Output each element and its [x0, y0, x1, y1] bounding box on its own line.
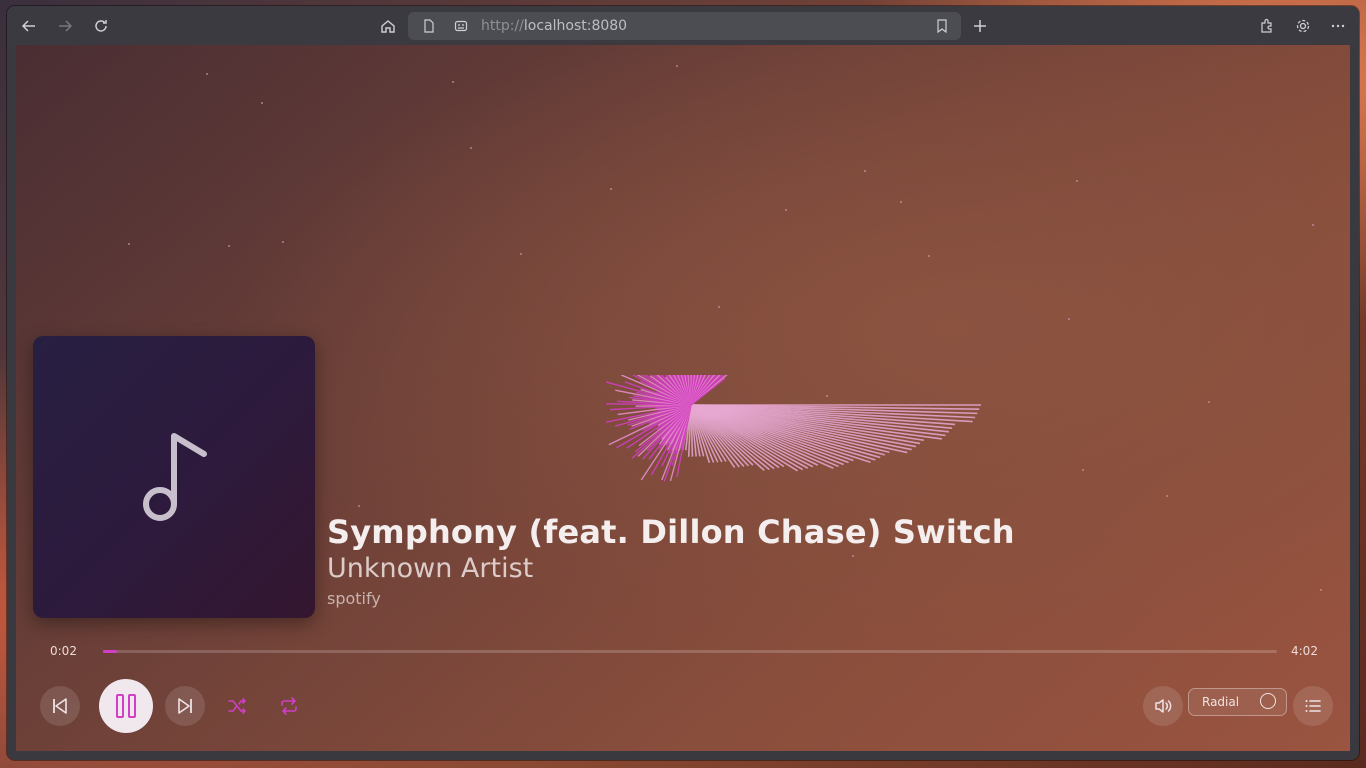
- player-page: Symphony (feat. Dillon Chase) Switch Unk…: [16, 45, 1350, 751]
- particle: [1076, 180, 1078, 182]
- next-button[interactable]: [165, 686, 205, 726]
- address-bar[interactable]: http://localhost:8080: [408, 12, 961, 40]
- playlist-button[interactable]: [1293, 686, 1333, 726]
- browser-window: http://localhost:8080 Symphony (feat. Di…: [7, 6, 1359, 760]
- back-button[interactable]: [17, 14, 41, 38]
- particle: [1068, 318, 1070, 320]
- repeat-icon: [281, 697, 297, 715]
- pause-icon: [116, 694, 136, 718]
- url-host: localhost:8080: [523, 18, 628, 34]
- skip-previous-icon: [53, 698, 67, 714]
- particle: [900, 201, 902, 203]
- list-icon: [1305, 700, 1321, 712]
- progress-bar[interactable]: [103, 650, 1277, 653]
- particle: [1320, 589, 1322, 591]
- page-icon: [424, 19, 434, 33]
- music-note-icon: [143, 433, 207, 521]
- particle: [1166, 495, 1168, 497]
- new-tab-button[interactable]: [968, 14, 992, 38]
- particle: [128, 243, 130, 245]
- url-text[interactable]: http://localhost:8080: [481, 18, 627, 34]
- menu-button[interactable]: [1326, 14, 1350, 38]
- album-art: [33, 336, 315, 618]
- toggle-circle-icon: [1260, 693, 1276, 709]
- home-button[interactable]: [376, 14, 400, 38]
- track-artist: Unknown Artist: [327, 553, 534, 584]
- particle: [228, 245, 230, 247]
- total-duration: 4:02: [1291, 644, 1318, 658]
- settings-icon: [1296, 19, 1310, 33]
- particle: [785, 209, 787, 211]
- play-pause-button[interactable]: [99, 679, 153, 733]
- reload-button[interactable]: [89, 14, 113, 38]
- particle: [282, 241, 284, 243]
- reload-icon: [95, 20, 107, 32]
- track-source: spotify: [327, 589, 381, 608]
- extensions-button[interactable]: [1255, 14, 1279, 38]
- extensions-icon: [1261, 18, 1272, 33]
- particle: [676, 65, 678, 67]
- particle: [928, 255, 930, 257]
- particle: [852, 555, 854, 557]
- repeat-button[interactable]: [273, 690, 305, 722]
- volume-button[interactable]: [1143, 686, 1183, 726]
- url-scheme: http://: [481, 18, 524, 34]
- forward-icon: [59, 20, 73, 32]
- particle: [864, 170, 866, 172]
- skip-next-icon: [178, 698, 192, 714]
- bookmark-icon[interactable]: [935, 19, 949, 33]
- track-title: Symphony (feat. Dillon Chase) Switch: [327, 513, 1015, 551]
- visualizer-mode-label: Radial: [1202, 695, 1240, 709]
- menu-icon: [1331, 24, 1345, 28]
- site-info-icon[interactable]: [454, 19, 468, 33]
- particle: [1312, 224, 1314, 226]
- back-icon: [21, 20, 35, 32]
- particle: [1082, 469, 1084, 471]
- visualizer-mode-toggle[interactable]: Radial: [1188, 688, 1287, 716]
- particle: [358, 505, 360, 507]
- particle: [452, 81, 454, 83]
- particle: [610, 188, 612, 190]
- new-tab-icon: [974, 20, 986, 32]
- particle: [261, 102, 263, 104]
- browser-toolbar: http://localhost:8080: [7, 6, 1359, 46]
- particle: [1208, 401, 1210, 403]
- home-icon: [381, 20, 395, 33]
- volume-icon: [1155, 699, 1172, 713]
- particle: [520, 253, 522, 255]
- progress-fill: [103, 650, 118, 653]
- particle: [718, 306, 720, 308]
- particle: [206, 73, 208, 75]
- shuffle-button[interactable]: [221, 690, 253, 722]
- previous-button[interactable]: [40, 686, 80, 726]
- settings-button[interactable]: [1291, 14, 1315, 38]
- particle: [470, 147, 472, 149]
- shuffle-icon: [228, 698, 246, 714]
- forward-button[interactable]: [53, 14, 77, 38]
- elapsed-time: 0:02: [50, 644, 77, 658]
